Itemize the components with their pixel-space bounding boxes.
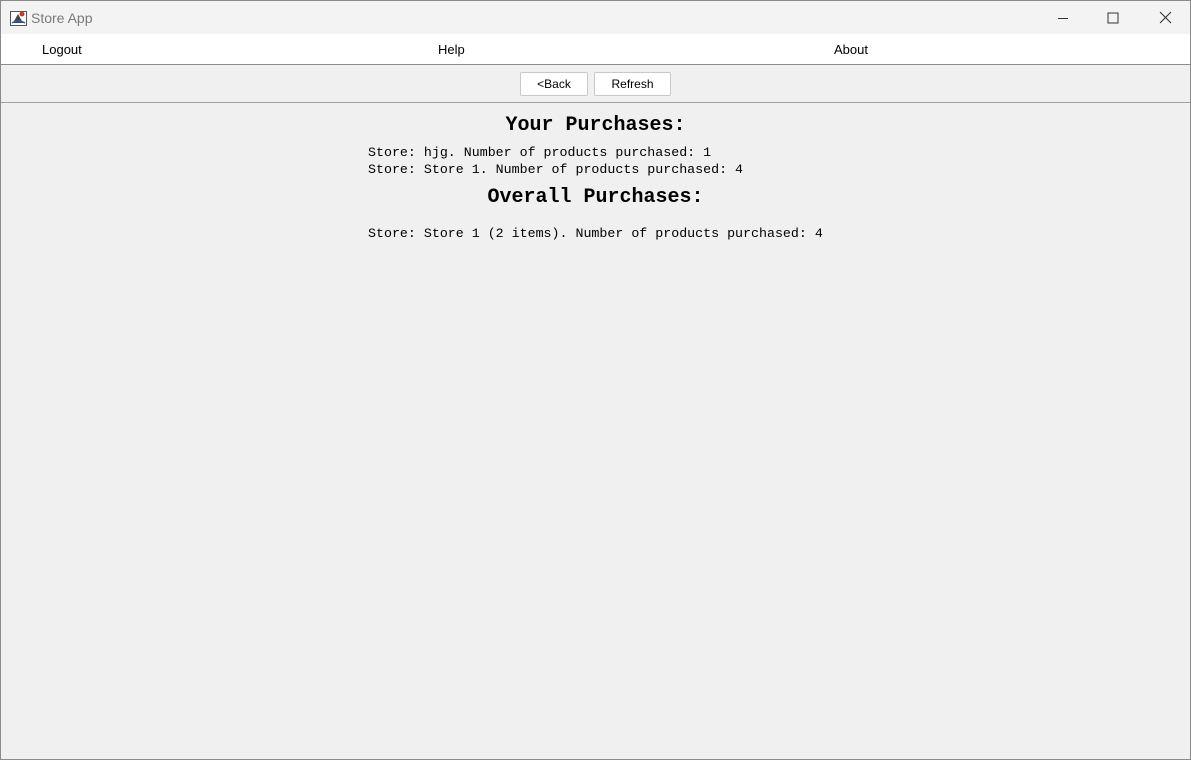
overall-purchases-heading: Overall Purchases: bbox=[487, 186, 704, 209]
overall-purchase-line: Store: Store 1 (2 items). Number of prod… bbox=[368, 226, 823, 241]
maximize-icon[interactable] bbox=[1089, 1, 1137, 34]
your-purchase-line: Store: hjg. Number of products purchased… bbox=[368, 145, 712, 160]
minimize-icon[interactable] bbox=[1039, 1, 1087, 34]
your-purchases-heading: Your Purchases: bbox=[505, 114, 686, 137]
title-bar[interactable]: Store App bbox=[1, 1, 1190, 34]
menu-logout[interactable]: Logout bbox=[42, 42, 82, 58]
back-button[interactable]: <Back bbox=[520, 72, 588, 96]
window-title: Store App bbox=[31, 10, 93, 26]
java-app-icon bbox=[10, 9, 27, 26]
your-purchase-line: Store: Store 1. Number of products purch… bbox=[368, 162, 744, 177]
toolbar: <Back Refresh bbox=[1, 65, 1190, 103]
menu-help[interactable]: Help bbox=[438, 42, 465, 58]
menu-about[interactable]: About bbox=[834, 42, 868, 58]
menu-bar: Logout Help About bbox=[1, 34, 1190, 65]
close-icon[interactable] bbox=[1141, 1, 1189, 34]
refresh-button[interactable]: Refresh bbox=[594, 72, 671, 96]
app-window: Store App Logout Help About <Back Refres… bbox=[0, 0, 1191, 760]
